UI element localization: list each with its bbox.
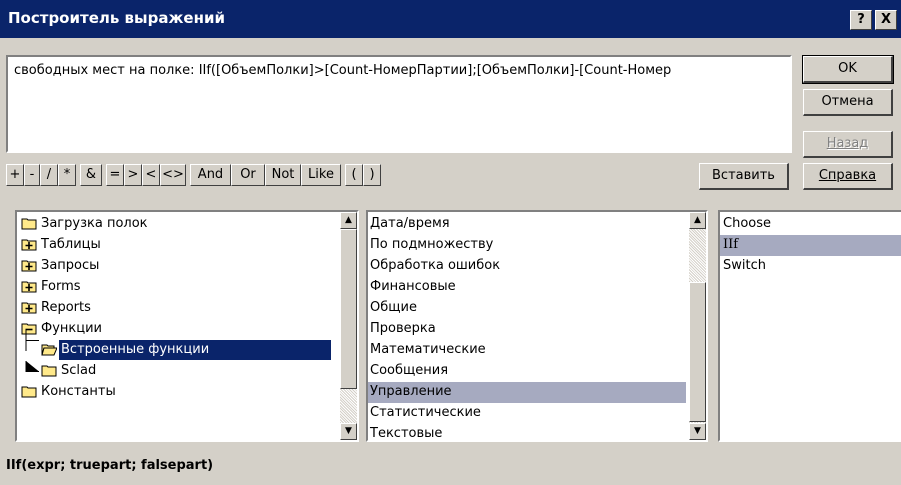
- operator-greater-button[interactable]: >: [124, 164, 142, 186]
- help-button[interactable]: Справка: [803, 163, 893, 190]
- operator-not-button[interactable]: Not: [265, 164, 301, 186]
- tree-item-label: Встроенные функции: [59, 340, 331, 360]
- tree-item-label: Константы: [41, 384, 116, 399]
- category-item-selected[interactable]: Управление: [368, 382, 686, 403]
- category-item[interactable]: Финансовые: [368, 277, 686, 298]
- function-item[interactable]: Choose: [720, 214, 901, 235]
- operator-minus-button[interactable]: -: [24, 164, 40, 186]
- category-item[interactable]: Дата/время: [368, 214, 686, 235]
- tree-item-label: Запросы: [41, 258, 100, 273]
- expand-plus-icon: [21, 281, 37, 293]
- operator-open-paren-button[interactable]: (: [345, 164, 363, 186]
- category-item[interactable]: Текстовые: [368, 424, 686, 440]
- operator-plus-button[interactable]: +: [6, 164, 24, 186]
- function-item-selected[interactable]: IIf: [720, 235, 901, 256]
- help-title-button[interactable]: ?: [850, 10, 872, 30]
- expression-box[interactable]: свободных мест на полке: IIf([ОбъемПолки…: [6, 55, 792, 153]
- tree-item-label: Forms: [41, 279, 81, 294]
- tree-item-forms[interactable]: Forms: [17, 277, 337, 298]
- ok-button[interactable]: OK: [802, 55, 894, 84]
- expand-plus-icon: [21, 260, 37, 272]
- tree-item-label: Функции: [41, 321, 102, 336]
- tree-item-label: Таблицы: [41, 237, 101, 252]
- category-item[interactable]: Обработка ошибок: [368, 256, 686, 277]
- object-tree-list[interactable]: Загрузка полок Таблицы Запросы Forms Rep…: [15, 210, 359, 442]
- operator-equal-button[interactable]: =: [106, 164, 124, 186]
- tree-connector: [25, 330, 39, 351]
- operator-divide-button[interactable]: /: [40, 164, 58, 186]
- tree-item-functions[interactable]: Функции: [17, 319, 337, 340]
- operator-multiply-button[interactable]: *: [58, 164, 76, 186]
- category-item[interactable]: Сообщения: [368, 361, 686, 382]
- expression-builder-window: Построитель выражений ? X свободных мест…: [0, 0, 901, 485]
- function-item[interactable]: Switch: [720, 256, 901, 277]
- tree-item-sclad[interactable]: Sclad: [17, 361, 337, 382]
- window-title: Построитель выражений: [8, 9, 225, 27]
- back-button[interactable]: Назад: [803, 131, 893, 158]
- operator-or-button[interactable]: Or: [231, 164, 265, 186]
- operator-less-button[interactable]: <: [142, 164, 160, 186]
- close-button[interactable]: X: [875, 10, 897, 30]
- operator-concat-button[interactable]: &: [80, 164, 102, 186]
- operator-and-button[interactable]: And: [190, 164, 231, 186]
- category-item[interactable]: Проверка: [368, 319, 686, 340]
- tree-item-label: Reports: [41, 300, 91, 315]
- operator-like-button[interactable]: Like: [301, 164, 341, 186]
- tree-item-builtin-functions[interactable]: Встроенные функции: [17, 330, 337, 361]
- operator-notequal-button[interactable]: <>: [160, 164, 186, 186]
- scroll-down-icon[interactable]: ▼: [689, 423, 706, 440]
- tree-item-zagruzka[interactable]: Загрузка полок: [17, 214, 337, 235]
- tree-item-label: Загрузка полок: [41, 216, 148, 231]
- insert-button[interactable]: Вставить: [699, 163, 789, 190]
- folder-icon: [21, 386, 37, 398]
- tree-item-constants[interactable]: Константы: [17, 382, 337, 403]
- open-folder-icon: [41, 344, 57, 356]
- scroll-thumb[interactable]: [689, 282, 706, 422]
- category-list[interactable]: Дата/время По подмножеству Обработка оши…: [366, 210, 708, 442]
- scroll-thumb[interactable]: [340, 229, 357, 389]
- syntax-hint: IIf(expr; truepart; falsepart): [6, 458, 214, 473]
- expression-text: свободных мест на полке: IIf([ОбъемПолки…: [14, 63, 672, 78]
- tree-connector: [25, 361, 39, 372]
- function-list[interactable]: Choose IIf Switch: [718, 210, 901, 442]
- tree-item-label: Sclad: [61, 363, 97, 378]
- tree-scrollbar[interactable]: ▲ ▼: [340, 212, 357, 440]
- category-item[interactable]: Математические: [368, 340, 686, 361]
- title-bar[interactable]: Построитель выражений ? X: [0, 0, 901, 38]
- operator-close-paren-button[interactable]: ): [363, 164, 381, 186]
- category-item[interactable]: Статистические: [368, 403, 686, 424]
- tree-item-reports[interactable]: Reports: [17, 298, 337, 319]
- folder-icon: [21, 218, 37, 230]
- scroll-up-icon[interactable]: ▲: [689, 212, 706, 229]
- folder-icon: [41, 365, 57, 377]
- tree-item-tables[interactable]: Таблицы: [17, 235, 337, 256]
- scroll-down-icon[interactable]: ▼: [340, 423, 357, 440]
- cancel-button[interactable]: Отмена: [803, 89, 893, 116]
- category-scrollbar[interactable]: ▲ ▼: [689, 212, 706, 440]
- tree-item-queries[interactable]: Запросы: [17, 256, 337, 277]
- expand-plus-icon: [21, 239, 37, 251]
- category-item[interactable]: Общие: [368, 298, 686, 319]
- scroll-up-icon[interactable]: ▲: [340, 212, 357, 229]
- expand-plus-icon: [21, 302, 37, 314]
- category-item[interactable]: По подмножеству: [368, 235, 686, 256]
